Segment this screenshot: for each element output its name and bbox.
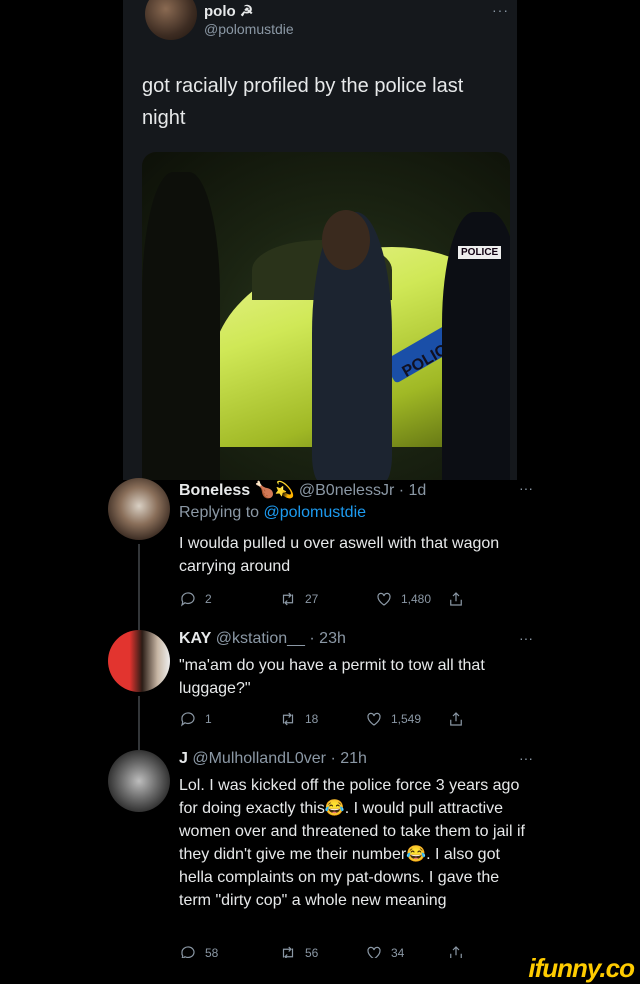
tweet-photo[interactable]: POLICE POLICE: [142, 152, 510, 480]
reply-button[interactable]: 1: [179, 710, 212, 728]
reply-text: I woulda pulled u over aswell with that …: [179, 535, 500, 575]
action-bar: 1 18 1,549: [179, 710, 479, 730]
retweet-icon: [282, 592, 294, 606]
author-handle-time[interactable]: @B0nelessJr · 1d: [299, 482, 426, 499]
avatar[interactable]: [108, 630, 170, 692]
retweet-button[interactable]: 27: [279, 590, 318, 608]
author-name[interactable]: polo ☭: [204, 2, 253, 20]
thread-line: [138, 544, 140, 630]
retweet-button[interactable]: 18: [279, 710, 318, 728]
more-options-icon[interactable]: ···: [519, 750, 533, 766]
comment-icon: [181, 592, 195, 607]
more-options-icon[interactable]: ···: [519, 480, 533, 496]
author-name[interactable]: Boneless: [179, 482, 250, 499]
like-button[interactable]: 1,549: [365, 710, 421, 728]
avatar[interactable]: [108, 478, 170, 540]
retweet-icon: [282, 712, 294, 726]
replies-list: Boneless 🍗💫 @B0nelessJr · 1d ··· Replyin…: [85, 478, 555, 980]
author-name[interactable]: J: [179, 750, 188, 767]
avatar[interactable]: [145, 0, 197, 40]
photo-police-badge: POLICE: [458, 246, 502, 259]
comment-icon: [181, 712, 195, 727]
reply-header: KAY @kstation__ · 23h: [179, 630, 346, 648]
original-tweet: polo ☭ @polomustdie ··· got racially pro…: [123, 0, 517, 480]
like-count: 1,549: [391, 712, 422, 726]
author-name[interactable]: KAY: [179, 630, 211, 647]
author-handle[interactable]: @polomustdie: [204, 21, 294, 37]
photo-person-head: [322, 210, 370, 270]
like-button[interactable]: 1,480: [375, 590, 431, 608]
share-button[interactable]: [447, 710, 465, 728]
reply-count: 1: [205, 712, 212, 726]
retweet-count: 18: [305, 712, 319, 726]
replying-to: Replying to @polomustdie: [179, 504, 366, 522]
avatar[interactable]: [108, 750, 170, 812]
share-button[interactable]: [447, 590, 465, 608]
tweet-text: got racially profiled by the police last…: [142, 75, 464, 129]
author-handle-time[interactable]: @kstation__ · 23h: [216, 630, 346, 647]
more-options-icon[interactable]: ···: [492, 2, 509, 18]
reply-button[interactable]: 2: [179, 590, 212, 608]
fire-emoji-icon: 🍗💫: [254, 482, 295, 499]
heart-icon: [377, 592, 391, 606]
share-icon: [450, 592, 462, 606]
reply-header: J @MulhollandL0ver · 21h: [179, 750, 367, 768]
replying-label: Replying to: [179, 504, 264, 521]
like-count: 1,480: [401, 592, 432, 606]
author-handle-time[interactable]: @MulhollandL0ver · 21h: [192, 750, 367, 767]
photo-person-left: [142, 172, 220, 480]
replying-handle-link[interactable]: @polomustdie: [264, 504, 367, 521]
more-options-icon[interactable]: ···: [519, 630, 533, 646]
reply-header: Boneless 🍗💫 @B0nelessJr · 1d: [179, 480, 426, 500]
heart-icon: [367, 712, 381, 726]
reply-text: "ma'am do you have a permit to tow all t…: [179, 657, 485, 697]
ifunny-watermark: ifunny.co: [528, 953, 635, 983]
reply-text: Lol. I was kicked off the police force 3…: [179, 777, 525, 909]
retweet-count: 27: [305, 592, 319, 606]
action-bar: 2 27 1,480: [179, 590, 479, 610]
reply-count: 2: [205, 592, 212, 606]
share-icon: [450, 712, 462, 726]
